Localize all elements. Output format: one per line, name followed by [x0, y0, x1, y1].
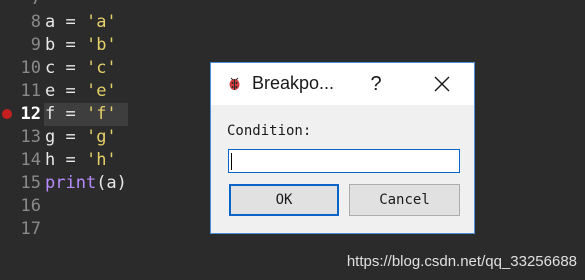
code-text: print(a)	[45, 172, 127, 195]
code-line[interactable]: 7	[0, 0, 585, 11]
string-literal: 'a'	[85, 12, 117, 32]
code-line[interactable]: 9b = 'b'	[0, 34, 585, 57]
line-number: 7	[0, 0, 41, 11]
dialog-titlebar[interactable]: Breakpo... ?	[211, 63, 474, 105]
code-line[interactable]: 8a = 'a'	[0, 11, 585, 34]
code-token: c =	[45, 58, 86, 78]
code-text: b = 'b'	[45, 34, 117, 57]
keyword-token: print	[45, 173, 97, 193]
string-literal: 'g'	[85, 127, 117, 147]
close-button[interactable]	[424, 69, 460, 99]
code-token: f =	[45, 104, 86, 124]
string-literal: 'f'	[85, 104, 117, 124]
cancel-button[interactable]: Cancel	[349, 184, 460, 216]
code-text: f = 'f'	[45, 103, 117, 126]
condition-input[interactable]	[228, 149, 460, 173]
close-icon	[434, 76, 450, 92]
ok-button[interactable]: OK	[229, 184, 339, 216]
line-number: 16	[20, 196, 41, 216]
line-number: 17	[20, 219, 41, 239]
line-number: 12	[20, 104, 41, 124]
help-button[interactable]: ?	[361, 69, 391, 99]
line-number: 10	[20, 58, 41, 78]
string-literal: 'c'	[85, 58, 117, 78]
bug-icon	[227, 76, 242, 91]
string-literal: 'b'	[85, 35, 117, 55]
code-token: b =	[45, 35, 86, 55]
line-number: 11	[20, 81, 41, 101]
breakpoint-dialog: Breakpo... ? Condition: OK Cancel	[210, 62, 475, 234]
code-text: a = 'a'	[45, 11, 117, 34]
line-number: 13	[20, 127, 41, 147]
string-literal: 'h'	[85, 150, 117, 170]
code-token: (a)	[96, 173, 127, 193]
code-token: a =	[45, 12, 86, 32]
code-text: c = 'c'	[45, 57, 117, 80]
code-text: g = 'g'	[45, 126, 117, 149]
text-caret	[231, 153, 232, 170]
code-token: h =	[45, 150, 86, 170]
dialog-title: Breakpo...	[252, 73, 335, 93]
code-text: e = 'e'	[45, 80, 117, 103]
condition-label: Condition:	[227, 123, 312, 139]
line-number: 8	[30, 12, 41, 32]
code-token: e =	[45, 81, 86, 101]
code-token: g =	[45, 127, 86, 147]
watermark-text: https://blog.csdn.net/qq_33256688	[346, 253, 577, 270]
line-number: 9	[30, 35, 41, 55]
line-number: 15	[20, 173, 41, 193]
code-text: h = 'h'	[45, 149, 117, 172]
string-literal: 'e'	[85, 81, 117, 101]
line-number: 14	[20, 150, 41, 170]
